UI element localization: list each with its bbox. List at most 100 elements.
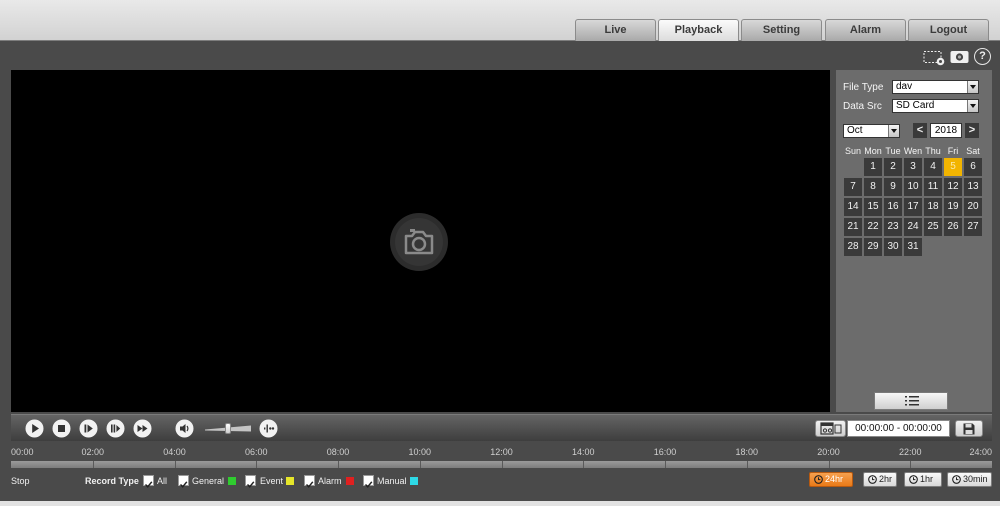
file-type-select[interactable]: dav [892, 80, 979, 94]
timeline-tick [256, 461, 257, 468]
volume-slider[interactable] [205, 422, 251, 435]
record-type-alarm-checkbox[interactable] [304, 475, 315, 488]
calendar-day[interactable]: 22 [864, 218, 882, 236]
calendar-day[interactable]: 2 [884, 158, 902, 176]
record-type-all-label: All [157, 476, 168, 486]
data-src-value: SD Card [896, 100, 935, 111]
calendar-day[interactable]: 12 [944, 178, 962, 196]
record-type-manual-checkbox[interactable] [363, 475, 374, 488]
calendar-day[interactable]: 4 [924, 158, 942, 176]
year-value[interactable]: 2018 [930, 123, 962, 138]
tab-setting[interactable]: Setting [741, 19, 822, 41]
calendar-day[interactable]: 15 [864, 198, 882, 216]
file-type-value: dav [896, 81, 913, 92]
calendar-day[interactable]: 29 [864, 238, 882, 256]
volume-button[interactable] [175, 419, 194, 438]
calendar-day[interactable]: 1 [864, 158, 882, 176]
clip-button[interactable] [815, 420, 846, 437]
audio-wave-icon [259, 419, 278, 438]
calendar-day[interactable]: 25 [924, 218, 942, 236]
file-list-button[interactable] [874, 392, 948, 410]
prev-year-button[interactable]: < [913, 123, 927, 138]
calendar-day[interactable]: 9 [884, 178, 902, 196]
calendar-day[interactable]: 6 [964, 158, 982, 176]
stop-button[interactable] [52, 419, 71, 438]
calendar-grid: 1 2 3 4 5 6 7 8 9 10 11 12 13 14 15 16 17 18 19 20 21 22 23 24 2… [844, 158, 984, 258]
record-type-label: Record Type [85, 476, 139, 486]
timescale-24hr-button[interactable]: 24hr [809, 472, 853, 487]
calendar-day-selected[interactable]: 5 [944, 158, 962, 176]
tab-playback[interactable]: Playback [658, 19, 739, 41]
calendar-day[interactable]: 8 [864, 178, 882, 196]
calendar-day[interactable]: 14 [844, 198, 862, 216]
tab-logout[interactable]: Logout [908, 19, 989, 41]
tab-alarm[interactable]: Alarm [825, 19, 906, 41]
record-type-general-checkbox[interactable] [178, 475, 189, 488]
calendar-day[interactable]: 19 [944, 198, 962, 216]
next-year-button[interactable]: > [965, 123, 979, 138]
timeline-tick [93, 461, 94, 468]
data-src-select[interactable]: SD Card [892, 99, 979, 113]
fast-play-button[interactable] [133, 419, 152, 438]
timescale-1hr-button[interactable]: 1hr [904, 472, 942, 487]
calendar-day[interactable]: 23 [884, 218, 902, 236]
timescale-2hr-button[interactable]: 2hr [863, 472, 897, 487]
calendar-day[interactable]: 24 [904, 218, 922, 236]
play-button[interactable] [25, 419, 44, 438]
calendar-day[interactable]: 16 [884, 198, 902, 216]
calendar-day[interactable]: 27 [964, 218, 982, 236]
save-button[interactable] [955, 420, 983, 437]
file-type-label: File Type [843, 82, 884, 93]
record-type-alarm-label: Alarm [318, 476, 342, 486]
month-select[interactable]: Oct [843, 124, 900, 138]
timeline-label: 20:00 [817, 447, 840, 457]
calendar-weekday-header: Sun Mon Tue Wen Thu Fri Sat [843, 146, 985, 158]
record-type-all-checkbox[interactable] [143, 475, 154, 488]
calendar-day[interactable]: 28 [844, 238, 862, 256]
timeline: 00:00 02:00 04:00 06:00 08:00 10:00 12:00 14:00… [11, 445, 992, 471]
audio-wave-button[interactable] [259, 419, 278, 438]
calendar-day[interactable]: 17 [904, 198, 922, 216]
play-icon [25, 419, 44, 438]
calendar-day[interactable]: 10 [904, 178, 922, 196]
clock-icon [909, 475, 918, 484]
calendar-day[interactable]: 18 [924, 198, 942, 216]
next-frame-button[interactable] [79, 419, 98, 438]
timeline-tick [747, 461, 748, 468]
timescale-2hr-label: 2hr [879, 474, 893, 484]
calendar-day[interactable]: 21 [844, 218, 862, 236]
help-icon[interactable]: ? [974, 48, 991, 65]
checkmark-icon [305, 481, 314, 488]
month-value: Oct [847, 125, 863, 136]
calendar-day[interactable]: 7 [844, 178, 862, 196]
tab-live[interactable]: Live [575, 19, 656, 41]
timescale-30min-button[interactable]: 30min [947, 472, 992, 487]
calendar-weekday: Thu [925, 146, 941, 156]
record-type-manual-label: Manual [377, 476, 407, 486]
clip-time-range-field[interactable]: 00:00:00 - 00:00:00 [847, 420, 950, 437]
record-type-event-checkbox[interactable] [245, 475, 256, 488]
calendar-day[interactable]: 30 [884, 238, 902, 256]
checkmark-icon [364, 481, 373, 488]
timeline-label: 14:00 [571, 447, 595, 457]
calendar-day[interactable]: 20 [964, 198, 982, 216]
calendar-day[interactable]: 11 [924, 178, 942, 196]
save-icon [963, 423, 975, 434]
region-snapshot-icon[interactable] [923, 50, 946, 66]
chevron-down-icon [967, 100, 978, 112]
timeline-label: 22:00 [898, 447, 922, 457]
calendar-day[interactable]: 13 [964, 178, 982, 196]
calendar-day[interactable]: 3 [904, 158, 922, 176]
video-viewport [11, 70, 830, 412]
timescale-24hr-label: 24hr [825, 474, 844, 484]
slow-play-button[interactable] [106, 419, 125, 438]
playback-control-bar: 00:00:00 - 00:00:00 [11, 414, 992, 441]
volume-slider-thumb[interactable] [225, 423, 231, 434]
playback-status: Stop [11, 476, 30, 486]
timeline-track[interactable] [11, 461, 992, 468]
calendar-weekday: Sun [844, 146, 861, 156]
camera-icon[interactable] [950, 50, 969, 64]
calendar-day[interactable]: 26 [944, 218, 962, 236]
calendar-weekday: Wen [903, 146, 923, 156]
calendar-day[interactable]: 31 [904, 238, 922, 256]
